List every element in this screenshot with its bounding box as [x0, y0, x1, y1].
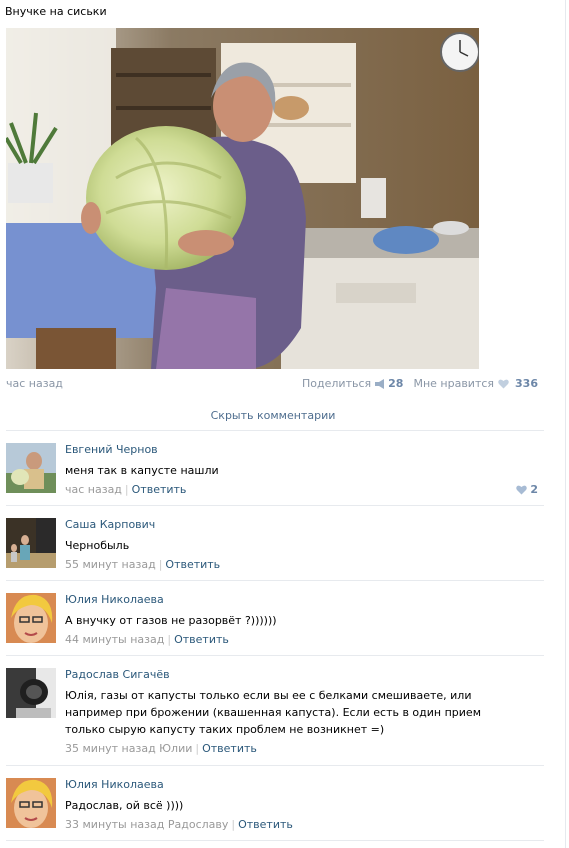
comment-text: Юлія, газы от капусты только если вы ее …: [65, 689, 481, 736]
comment-like-button[interactable]: 2: [516, 483, 538, 496]
share-label: Поделиться: [302, 377, 372, 390]
comment-like-count: 2: [530, 483, 538, 496]
comment-author[interactable]: Юлия Николаева: [65, 778, 535, 791]
comment-author[interactable]: Юлия Николаева: [65, 593, 535, 606]
reply-link[interactable]: Ответить: [202, 742, 257, 755]
comment-time[interactable]: 44 минуты назад: [65, 633, 164, 646]
separator: [6, 765, 544, 766]
avatar[interactable]: [6, 593, 56, 643]
avatar-image: [6, 778, 56, 828]
post-photo-illustration: [6, 28, 479, 369]
avatar-image: [6, 668, 56, 718]
separator: [6, 430, 544, 431]
share-count: 28: [388, 377, 404, 390]
page-edge-rule: [565, 0, 566, 848]
like-button[interactable]: Мне нравится 336: [413, 377, 538, 390]
comment-footer: час назад | Ответить: [65, 483, 535, 496]
comment: Юлия Николаева Радослав, ой всё )))) 33 …: [6, 778, 544, 833]
comment-text: Радослав, ой всё )))): [65, 799, 184, 812]
divider: |: [124, 483, 129, 496]
post-photo[interactable]: [6, 28, 479, 369]
divider: |: [167, 633, 172, 646]
post-meta-row: час назад Поделиться 28 Мне нравится 336: [6, 377, 538, 393]
hide-comments-link[interactable]: Скрыть комментарии: [0, 409, 546, 422]
divider: |: [195, 742, 200, 755]
comment-text: Чернобыль: [65, 539, 130, 552]
post-time[interactable]: час назад: [6, 377, 63, 390]
comment-time[interactable]: 35 минут назад Юлии: [65, 742, 192, 755]
separator: [6, 840, 544, 841]
comment-body: Саша Карпович Чернобыль 55 минут назад | О…: [65, 518, 535, 571]
comment-footer: 44 минуты назад | Ответить: [65, 633, 535, 646]
heart-icon: [516, 485, 528, 494]
avatar-image: [6, 593, 56, 643]
comment-body: Евгений Чернов меня так в капусте нашли …: [65, 443, 535, 496]
avatar-image: [6, 518, 56, 568]
divider: |: [231, 818, 236, 831]
comment: Саша Карпович Чернобыль 55 минут назад | О…: [6, 518, 544, 573]
comment-footer: 33 минуты назад Радославу | Ответить: [65, 818, 535, 831]
reply-link[interactable]: Ответить: [132, 483, 187, 496]
comment-body: Радослав Сигачёв Юлія, газы от капусты т…: [65, 668, 535, 755]
comment: Юлия Николаева А внучку от газов не разо…: [6, 593, 544, 648]
divider: |: [158, 558, 163, 571]
comment-footer: 35 минут назад Юлии | Ответить: [65, 742, 535, 755]
comment-body: Юлия Николаева А внучку от газов не разо…: [65, 593, 535, 646]
comment-time[interactable]: час назад: [65, 483, 122, 496]
post-actions: Поделиться 28 Мне нравится 336: [302, 377, 538, 390]
avatar[interactable]: [6, 443, 56, 493]
separator: [6, 580, 544, 581]
comment-author[interactable]: Радослав Сигачёв: [65, 668, 535, 681]
reply-link[interactable]: Ответить: [165, 558, 220, 571]
reply-link[interactable]: Ответить: [174, 633, 229, 646]
comment-author[interactable]: Саша Карпович: [65, 518, 535, 531]
comment-author[interactable]: Евгений Чернов: [65, 443, 535, 456]
separator: [6, 655, 544, 656]
like-label: Мне нравится: [413, 377, 495, 390]
avatar[interactable]: [6, 668, 56, 718]
comment-footer: 55 минут назад | Ответить: [65, 558, 535, 571]
avatar[interactable]: [6, 778, 56, 828]
like-count: 336: [515, 377, 538, 390]
comment: Радослав Сигачёв Юлія, газы от капусты т…: [6, 668, 544, 758]
comment: Евгений Чернов меня так в капусте нашли …: [6, 443, 544, 498]
megaphone-icon: [375, 378, 385, 389]
comment-body: Юлия Николаева Радослав, ой всё )))) 33 …: [65, 778, 535, 831]
separator: [6, 505, 544, 506]
heart-icon: [498, 379, 509, 388]
comment-time[interactable]: 55 минут назад: [65, 558, 156, 571]
comment-text: А внучку от газов не разорвёт ?)))))): [65, 614, 277, 627]
comment-time[interactable]: 33 минуты назад Радославу: [65, 818, 228, 831]
post-title: Внучке на сиськи: [5, 5, 107, 18]
comment-text: меня так в капусте нашли: [65, 464, 219, 477]
reply-link[interactable]: Ответить: [238, 818, 293, 831]
avatar[interactable]: [6, 518, 56, 568]
share-button[interactable]: Поделиться 28: [302, 377, 403, 390]
avatar-image: [6, 443, 56, 493]
